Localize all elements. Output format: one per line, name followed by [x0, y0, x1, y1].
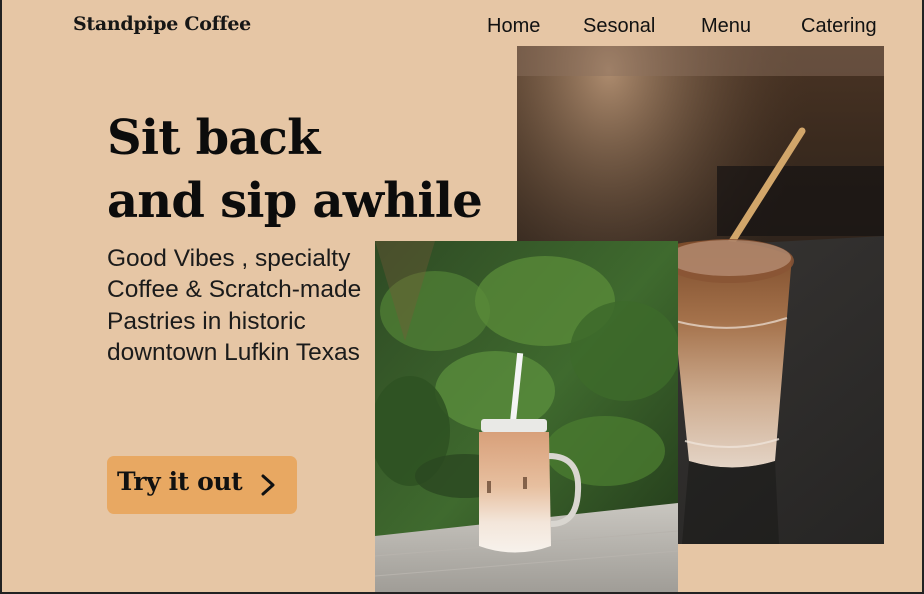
try-it-out-label: Try it out: [117, 467, 243, 496]
nav-seasonal[interactable]: Sesonal: [583, 15, 655, 38]
nav-menu[interactable]: Menu: [701, 15, 751, 38]
nav-home[interactable]: Home: [487, 15, 540, 38]
nav-catering[interactable]: Catering: [801, 15, 877, 38]
try-it-out-button[interactable]: Try it out: [107, 456, 297, 514]
hero-title: Sit back and sip awhile: [107, 107, 483, 233]
hero-title-line-2: and sip awhile: [107, 173, 483, 229]
hero-subtitle: Good Vibes , specialty Coffee & Scratch-…: [107, 245, 362, 366]
mason-jar-latte-photo: [375, 241, 678, 594]
hero-title-line-1: Sit back: [107, 110, 320, 166]
main-nav: Home Sesonal Menu Catering: [0, 15, 924, 39]
chevron-right-icon: [257, 473, 279, 497]
